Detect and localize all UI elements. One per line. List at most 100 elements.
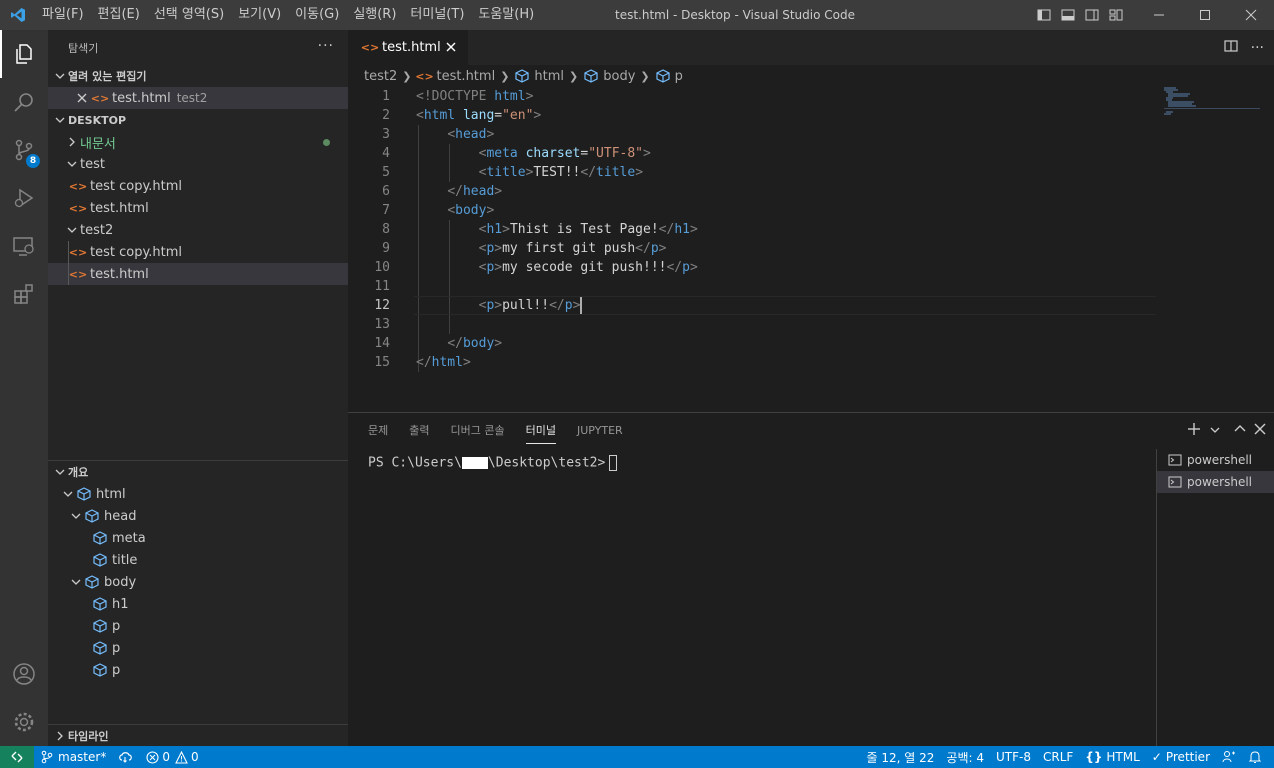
remote-indicator-icon[interactable] [0,746,34,768]
menu-help[interactable]: 도움말(H) [471,0,541,30]
prettier-status[interactable]: ✓ Prettier [1146,746,1216,768]
token: > [525,89,534,104]
close-tab-icon[interactable] [444,40,458,54]
account-icon[interactable] [0,650,48,698]
terminal-cursor [609,455,618,471]
menu-edit[interactable]: 편집(E) [91,0,147,30]
menu-run[interactable]: 실행(R) [346,0,403,30]
chevron-down-icon [52,464,68,480]
outline-item[interactable]: meta [48,527,348,549]
terminal-name: powershell [1187,453,1252,467]
folder-section[interactable]: DESKTOP [48,109,348,131]
outline-item[interactable]: h1 [48,593,348,615]
breadcrumb-symbol-p[interactable]: p [655,68,683,84]
close-icon[interactable] [74,90,90,106]
problems-status[interactable]: 0 0 [140,746,204,768]
tab-problems[interactable]: 문제 [368,413,388,449]
language-mode[interactable]: {} HTML [1079,746,1146,768]
breadcrumb-symbol-html[interactable]: html [514,68,564,84]
tab-terminal[interactable]: 터미널 [525,413,557,449]
remote-explorer-icon[interactable] [0,222,48,270]
code-editor[interactable]: 1 <!DOCTYPE html> 2 <html lang="en"> 3 <he… [348,87,1274,412]
run-debug-icon[interactable] [0,174,48,222]
tab-output[interactable]: 출력 [409,413,429,449]
tree-folder-test2[interactable]: test2 [48,219,348,241]
extensions-icon[interactable] [0,270,48,318]
breadcrumb-symbol-body[interactable]: body [583,68,635,84]
toggle-panel-icon[interactable] [1056,0,1080,30]
terminal-instance-selected[interactable]: powershell [1157,471,1274,493]
timeline-section[interactable]: 타임라인 [48,725,348,746]
outline-item[interactable]: p [48,615,348,637]
breadcrumb-folder[interactable]: test2 [364,69,397,84]
maximize-icon[interactable] [1182,0,1228,30]
code-line: 2 <html lang="en"> [348,106,1158,125]
search-icon[interactable] [0,78,48,126]
outline-item[interactable]: p [48,637,348,659]
menu-file[interactable]: 파일(F) [35,0,91,30]
symbol-field-icon [76,486,92,502]
toggle-primary-sidebar-icon[interactable] [1032,0,1056,30]
split-editor-icon[interactable] [1223,38,1239,58]
tree-file-selected[interactable]: <> test.html [48,263,348,285]
outline-item[interactable]: head [48,505,348,527]
tree-folder-mydocs[interactable]: 내문서 [48,131,348,153]
more-actions-icon[interactable]: ··· [1251,40,1264,56]
code-line: 11 [348,277,1158,296]
outline-item[interactable]: body [48,571,348,593]
menu-selection[interactable]: 선택 영역(S) [147,0,231,30]
double-check-icon: ✓ [1151,750,1162,764]
new-terminal-icon[interactable] [1186,421,1202,441]
tab-jupyter[interactable]: JUPYTER [577,413,623,449]
tab-debug-console[interactable]: 디버그 콘솔 [451,413,505,449]
tab-test-html[interactable]: <> test.html [348,30,468,65]
outline-section[interactable]: 개요 [48,461,348,483]
feedback-icon[interactable] [1216,746,1242,768]
outline-item[interactable]: html [48,483,348,505]
open-editors-section[interactable]: 열려 있는 편집기 [48,65,348,87]
tree-file[interactable]: <> test copy.html [48,175,348,197]
open-editor-item[interactable]: <> test.html test2 [48,87,348,109]
menu-go[interactable]: 이동(G) [288,0,346,30]
customize-layout-icon[interactable] [1104,0,1128,30]
close-window-icon[interactable] [1228,0,1274,30]
end-of-line[interactable]: CRLF [1037,746,1079,768]
tree-label: test copy.html [90,244,183,260]
line-number: 4 [382,146,390,161]
outline-item[interactable]: p [48,659,348,681]
terminal-list: powershell powershell [1156,449,1274,747]
terminal-output[interactable]: PS C:\Users\ \Desktop\test2> [368,455,618,471]
encoding[interactable]: UTF-8 [990,746,1037,768]
indentation[interactable]: 공백: 4 [940,746,990,768]
manage-gear-icon[interactable] [0,698,48,746]
tree-label: test copy.html [90,178,183,194]
menu-view[interactable]: 보기(V) [231,0,288,30]
sync-icon[interactable] [112,746,140,768]
html-file-icon: <> [415,69,434,83]
chevron-down-icon [52,68,68,84]
code-line: 13 [348,315,1158,334]
token: html [431,355,463,370]
tree-file[interactable]: <> test.html [48,197,348,219]
tree-file[interactable]: <> test copy.html [48,241,348,263]
tree-folder-test[interactable]: test [48,153,348,175]
tree-label: test.html [90,200,149,216]
menu-terminal[interactable]: 터미널(T) [403,0,471,30]
minimap[interactable] [1164,87,1260,147]
cursor-position[interactable]: 줄 12, 열 22 [861,746,941,768]
more-actions-icon[interactable]: ··· [318,38,334,54]
breadcrumb-file[interactable]: <> test.html [415,69,495,84]
outline-item[interactable]: title [48,549,348,571]
terminal-instance[interactable]: powershell [1157,449,1274,471]
toggle-secondary-sidebar-icon[interactable] [1080,0,1104,30]
close-panel-icon[interactable] [1254,423,1266,439]
notifications-bell-icon[interactable] [1242,746,1268,768]
maximize-panel-chevron-up-icon[interactable] [1234,423,1246,439]
outline-label: body [104,574,137,590]
minimize-icon[interactable] [1136,0,1182,30]
source-control-icon[interactable]: 8 [0,126,48,174]
terminal-dropdown-chevron-down-icon[interactable] [1210,424,1220,439]
line-number: 10 [374,260,390,275]
explorer-icon[interactable] [0,30,48,78]
branch-status[interactable]: master* [34,746,112,768]
